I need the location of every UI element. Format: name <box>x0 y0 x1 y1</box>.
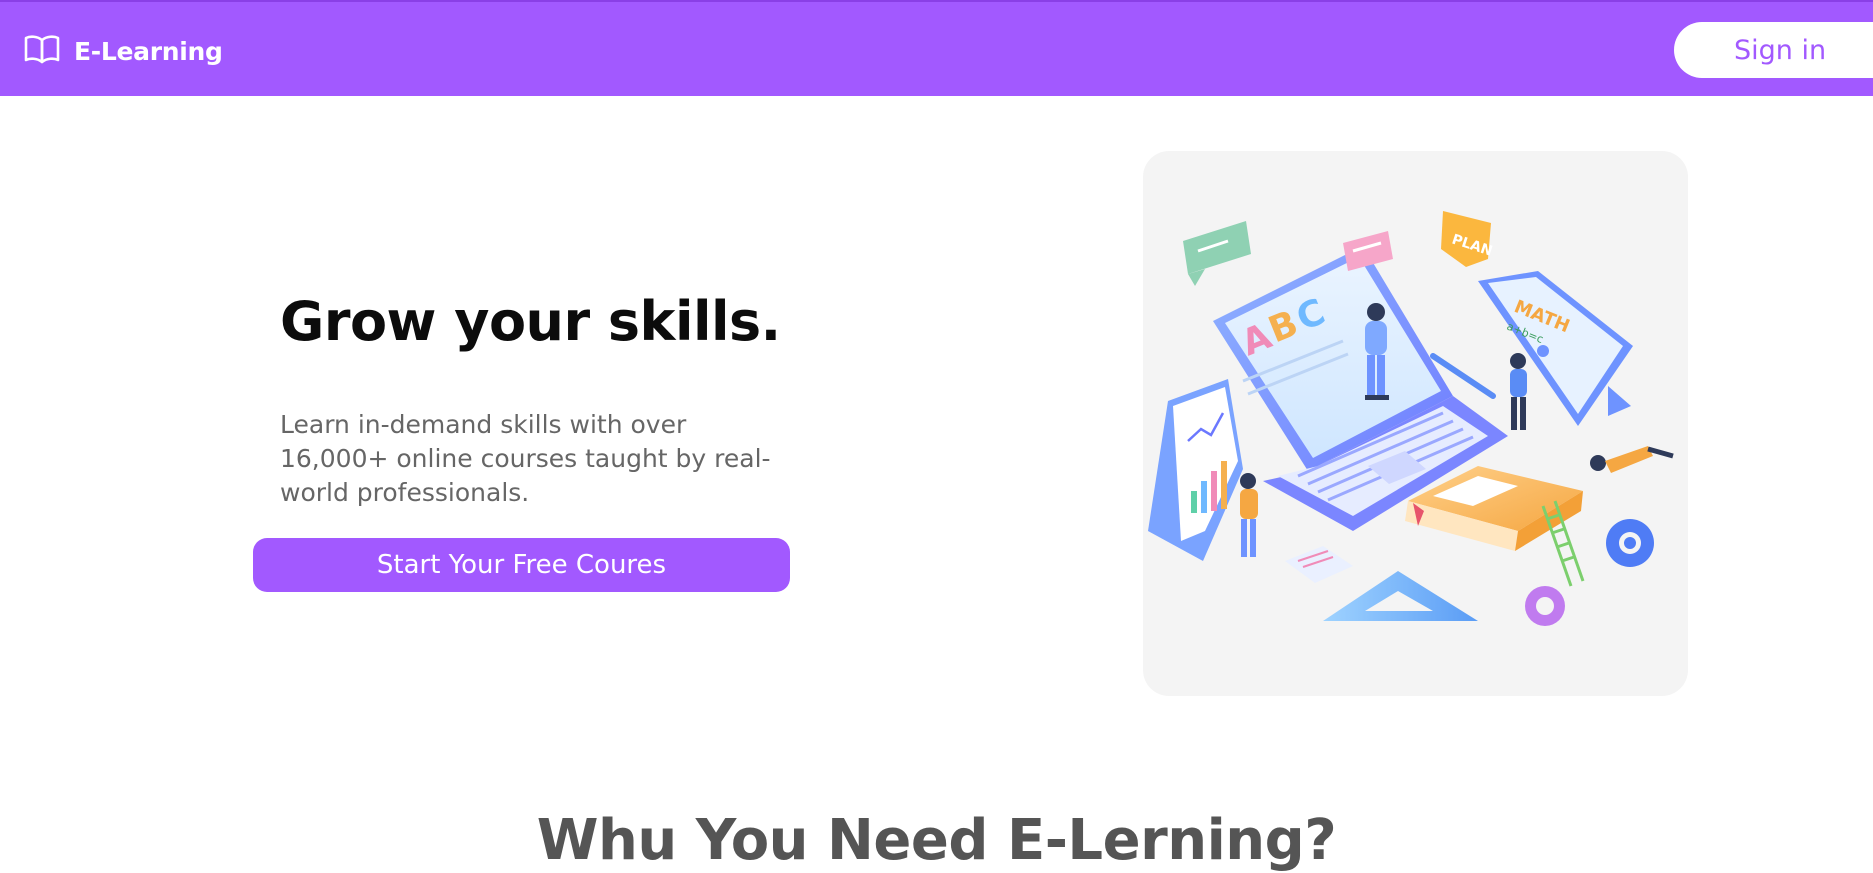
chat-bubble-graphic <box>1183 221 1251 286</box>
tablet-graphic: MATH a+b=c <box>1478 271 1633 426</box>
why-section-title: Whu You Need E-Lerning? <box>536 808 1337 873</box>
gear-purple-graphic <box>1525 586 1565 626</box>
chart-board-graphic <box>1148 379 1243 561</box>
sign-in-button[interactable]: Sign in <box>1674 22 1873 78</box>
top-navbar: E-Learning Sign in <box>0 0 1873 96</box>
brand-name: E-Learning <box>74 36 223 66</box>
hero-illustration: A B C PLAN MATH a+b=c <box>1143 151 1688 696</box>
hero-title: Grow your skills. <box>280 290 781 353</box>
open-book-icon <box>24 34 60 68</box>
hero-subtitle: Learn in-demand skills with over 16,000+… <box>280 410 771 507</box>
gear-blue-graphic <box>1606 519 1654 567</box>
person-at-chart-graphic <box>1240 473 1258 557</box>
plan-tag-graphic: PLAN <box>1441 211 1494 267</box>
person-at-tablet-graphic <box>1510 353 1527 430</box>
start-free-course-button[interactable]: Start Your Free Coures <box>253 538 790 592</box>
person-lying-graphic <box>1590 446 1674 473</box>
brand-link[interactable]: E-Learning <box>24 32 223 70</box>
